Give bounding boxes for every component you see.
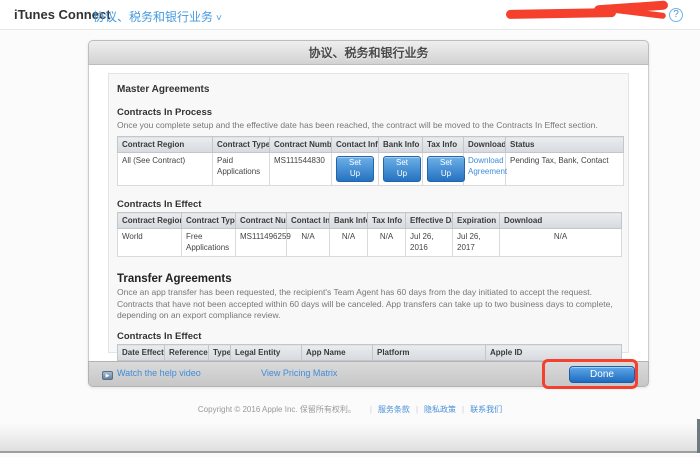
done-button[interactable]: Done — [569, 366, 635, 383]
footer-separator: | — [416, 405, 418, 414]
column-header: Tax Info — [368, 213, 406, 229]
card-body: Master Agreements Contracts In Process O… — [88, 65, 649, 361]
column-header: Type — [209, 345, 231, 361]
master-agreements-heading: Master Agreements — [117, 84, 620, 95]
set-up-button[interactable]: Set Up — [427, 156, 465, 182]
table-cell: Set Up — [423, 153, 464, 186]
column-header: Legal Entity — [231, 345, 302, 361]
table-row: All (See Contract)Paid ApplicationsMS111… — [118, 153, 624, 186]
help-icon[interactable]: ? — [669, 8, 683, 22]
window-bottom-edge — [0, 423, 700, 453]
chevron-down-icon: ˅ — [216, 13, 222, 24]
table-cell: All (See Contract) — [118, 153, 213, 186]
set-up-button[interactable]: Set Up — [383, 156, 421, 182]
column-header: Expiration — [453, 213, 500, 229]
transfer-contracts-table: Date EffectiveReference IDTypeLegal Enti… — [117, 344, 622, 361]
column-header: Contract Num... — [236, 213, 287, 229]
section-dropdown[interactable]: 协议、税务和银行业务˅ — [93, 8, 222, 25]
table-cell: Free Applications — [182, 229, 236, 257]
column-header: Status — [506, 137, 624, 153]
table-header-row: Date EffectiveReference IDTypeLegal Enti… — [118, 345, 622, 361]
column-header: Effective Date — [406, 213, 453, 229]
table-header-row: Contract RegionContract TypeContract Num… — [118, 137, 624, 153]
column-header: Date Effective — [118, 345, 165, 361]
transfer-agreements-description: Once an app transfer has been requested,… — [117, 287, 620, 321]
page-title: 协议、税务和银行业务 — [88, 40, 649, 65]
bottom-toolbar: ▶Watch the help video View Pricing Matri… — [88, 361, 649, 387]
table-cell: Download Agreement — [464, 153, 506, 186]
footer-separator: | — [462, 405, 464, 414]
column-header: Contact Info — [287, 213, 330, 229]
contracts-in-effect-table: Contract RegionContract TypeContract Num… — [117, 212, 622, 257]
video-icon: ▶ — [102, 371, 113, 380]
column-header: Tax Info — [423, 137, 464, 153]
table-cell: N/A — [368, 229, 406, 257]
table-cell: N/A — [287, 229, 330, 257]
column-header: App Name — [302, 345, 373, 361]
table-cell: Set Up — [332, 153, 379, 186]
transfer-contracts-in-effect-heading: Contracts In Effect — [117, 331, 620, 342]
contracts-in-process-table: Contract RegionContract TypeContract Num… — [117, 136, 624, 186]
view-pricing-matrix-link[interactable]: View Pricing Matrix — [261, 368, 337, 378]
column-header: Apple ID — [486, 345, 622, 361]
watch-help-video-link[interactable]: ▶Watch the help video — [102, 368, 201, 380]
table-cell: Set Up — [379, 153, 423, 186]
column-header: Contract Region — [118, 137, 213, 153]
table-cell: World — [118, 229, 182, 257]
table-row: WorldFree ApplicationsMS111496259N/AN/AN… — [118, 229, 622, 257]
footer-link[interactable]: 隐私政策 — [424, 405, 456, 414]
table-cell: Jul 26, 2016 — [406, 229, 453, 257]
agreements-module: 协议、税务和银行业务 Master Agreements Contracts I… — [88, 40, 649, 387]
copyright-text: Copyright © 2016 Apple Inc. 保留所有权利。 — [198, 405, 356, 414]
column-header: Contract Type — [213, 137, 270, 153]
column-header: Bank Info — [379, 137, 423, 153]
contracts-in-process-heading: Contracts In Process — [117, 107, 620, 118]
set-up-button[interactable]: Set Up — [336, 156, 374, 182]
column-header: Bank Info — [330, 213, 368, 229]
column-header: Contact Info — [332, 137, 379, 153]
table-header-row: Contract RegionContract TypeContract Num… — [118, 213, 622, 229]
table-cell: Jul 26, 2017 — [453, 229, 500, 257]
column-header: Platform — [373, 345, 486, 361]
footer: Copyright © 2016 Apple Inc. 保留所有权利。 | 服务条款… — [0, 404, 700, 415]
column-header: Contract Region — [118, 213, 182, 229]
column-header: Download — [500, 213, 622, 229]
table-cell: N/A — [500, 229, 622, 257]
footer-separator: | — [370, 405, 372, 414]
column-header: Contract Type — [182, 213, 236, 229]
footer-link[interactable]: 联系我们 — [470, 405, 502, 414]
table-cell: MS111544830 — [270, 153, 332, 186]
table-cell: Pending Tax, Bank, Contact — [506, 153, 624, 186]
table-cell: N/A — [330, 229, 368, 257]
transfer-agreements-heading: Transfer Agreements — [117, 273, 620, 285]
contracts-in-effect-heading: Contracts In Effect — [117, 199, 620, 210]
table-cell: MS111496259 — [236, 229, 287, 257]
footer-link[interactable]: 服务条款 — [378, 405, 410, 414]
column-header: Download — [464, 137, 506, 153]
download-agreement-link[interactable]: Download Agreement — [468, 156, 507, 175]
column-header: Contract Number — [270, 137, 332, 153]
agreements-panel: Master Agreements Contracts In Process O… — [108, 73, 629, 353]
contracts-in-process-description: Once you complete setup and the effectiv… — [117, 120, 620, 131]
table-cell: Paid Applications — [213, 153, 270, 186]
column-header: Reference ID — [165, 345, 209, 361]
